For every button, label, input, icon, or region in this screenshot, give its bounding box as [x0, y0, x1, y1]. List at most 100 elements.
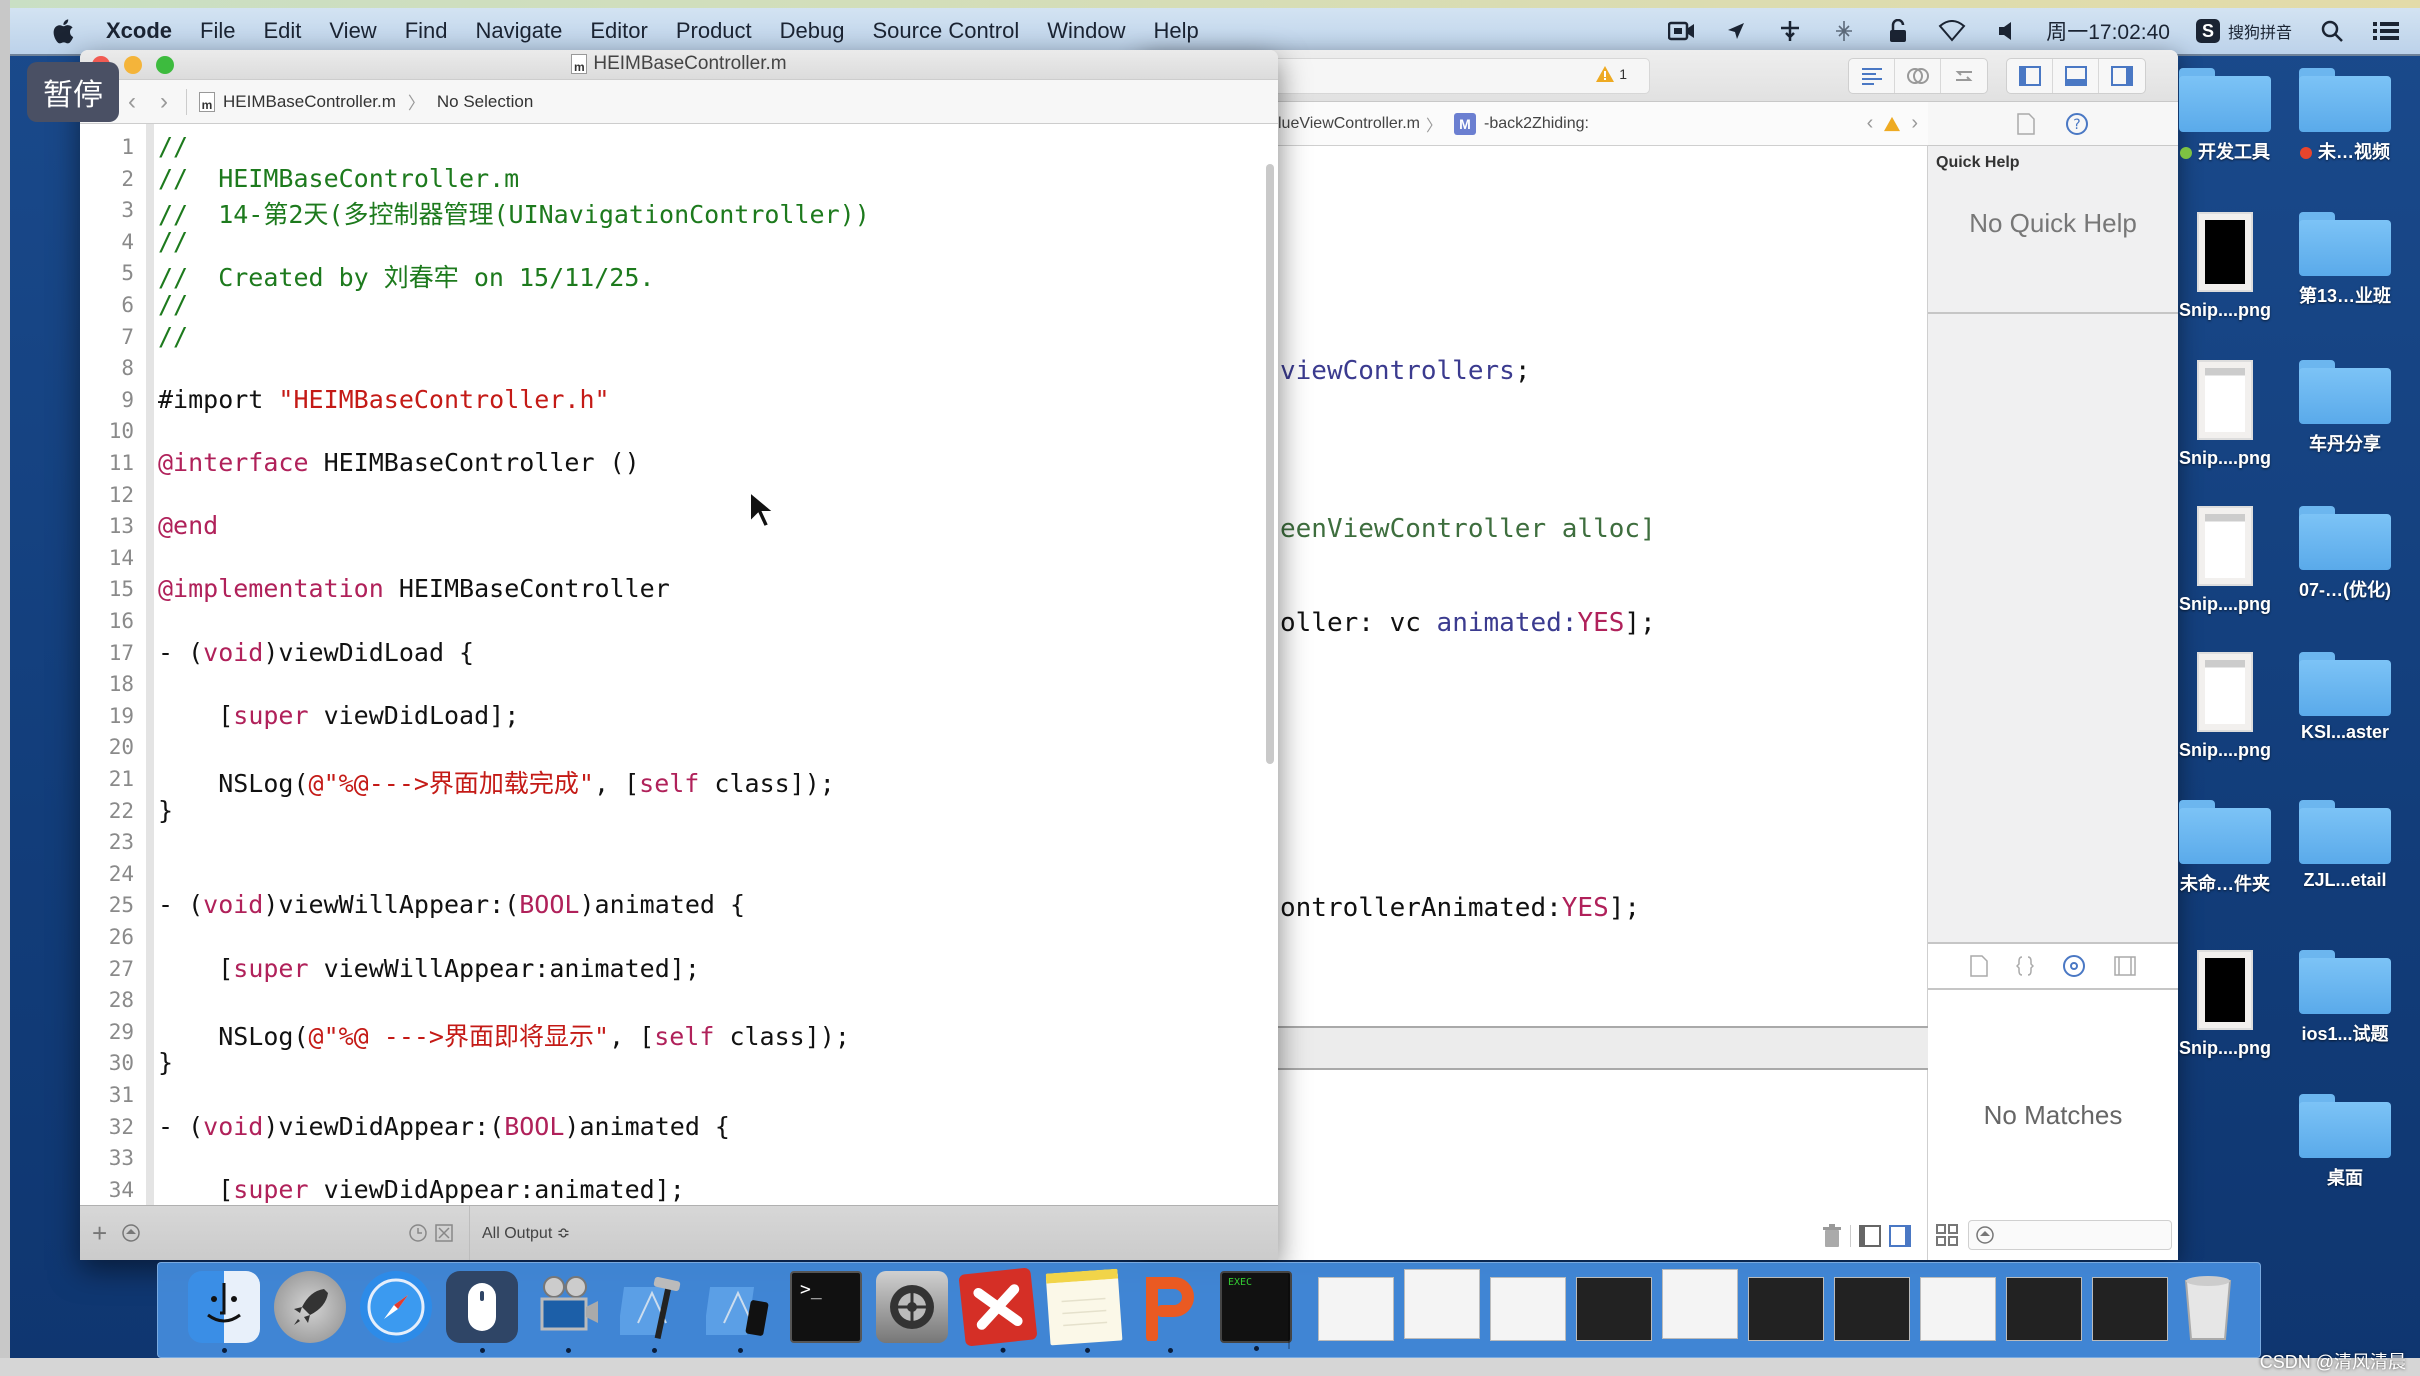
- desktop-item[interactable]: ios1...试题: [2286, 950, 2404, 1046]
- vertical-scrollbar[interactable]: [1266, 164, 1274, 764]
- dock-minimized-window[interactable]: [2006, 1277, 2082, 1341]
- spotlight-search-icon[interactable]: [2318, 17, 2346, 45]
- jump-method[interactable]: -back2Zhiding:: [1484, 115, 1589, 133]
- dock-system-preferences[interactable]: [876, 1271, 948, 1343]
- code-line[interactable]: 30}: [80, 1048, 1278, 1080]
- dock-minimized-window[interactable]: [1576, 1277, 1652, 1341]
- apple-menu-icon[interactable]: [48, 16, 78, 46]
- dock-minimized-window[interactable]: [1490, 1277, 1566, 1341]
- quick-help-icon[interactable]: ?: [2065, 112, 2089, 136]
- desktop-item[interactable]: 第13…业班: [2286, 212, 2404, 308]
- network-tool-icon[interactable]: [1776, 17, 1804, 45]
- code-line[interactable]: 6 //: [80, 290, 1278, 322]
- menu-help[interactable]: Help: [1154, 18, 1199, 44]
- input-method-menu[interactable]: S 搜狗拼音: [2195, 19, 2292, 43]
- dock-safari[interactable]: [360, 1271, 432, 1343]
- location-icon[interactable]: [1722, 17, 1750, 45]
- wifi-icon[interactable]: [1938, 17, 1966, 45]
- object-library-icon[interactable]: [2062, 954, 2086, 978]
- desktop-item[interactable]: 桌面: [2286, 1094, 2404, 1190]
- library-filter-input[interactable]: [1968, 1220, 2172, 1250]
- recent-icon[interactable]: [408, 1223, 428, 1243]
- menu-editor[interactable]: Editor: [590, 18, 647, 44]
- desktop-item[interactable]: Snip....png: [2166, 506, 2284, 615]
- menu-find[interactable]: Find: [405, 18, 448, 44]
- prev-issue-icon[interactable]: ‹: [1867, 112, 1874, 135]
- code-line[interactable]: 29 NSLog(@"%@ --->界面即将显示", [self class])…: [80, 1017, 1278, 1051]
- dock-xmind[interactable]: [958, 1267, 1038, 1353]
- desktop-item[interactable]: Snip....png: [2166, 652, 2284, 761]
- code-line[interactable]: 21 NSLog(@"%@--->界面加载完成", [self class]);: [80, 764, 1278, 798]
- show-console-icon[interactable]: [1889, 1225, 1911, 1247]
- code-line[interactable]: 15 @implementation HEIMBaseController: [80, 574, 1278, 606]
- pause-overlay-badge[interactable]: 暂停: [27, 62, 119, 122]
- output-selector[interactable]: All Output ≎: [470, 1223, 570, 1243]
- toggle-navigator-button[interactable]: [2007, 59, 2053, 93]
- breadcrumb-file[interactable]: HEIMBaseController.m: [223, 92, 396, 112]
- dock-minimized-window[interactable]: [1834, 1277, 1910, 1341]
- code-editor[interactable]: 1 // 2 // HEIMBaseController.m 3 // 14-第2天(多控…: [80, 124, 1278, 1256]
- code-line[interactable]: 17 - (void)viewDidLoad {: [80, 638, 1278, 670]
- media-library-icon[interactable]: [2114, 956, 2136, 976]
- back-arrow-icon[interactable]: ‹: [128, 88, 136, 116]
- menu-debug[interactable]: Debug: [780, 18, 845, 44]
- dock-minimized-window[interactable]: [1920, 1277, 1996, 1341]
- code-line[interactable]: 27 [super viewWillAppear:animated];: [80, 954, 1278, 986]
- dock-terminal[interactable]: >_: [790, 1271, 862, 1343]
- dock-minimized-window[interactable]: [1748, 1277, 1824, 1341]
- dock-minimized-window[interactable]: [1318, 1277, 1394, 1341]
- dock-trash[interactable]: [2178, 1271, 2238, 1343]
- desktop-item[interactable]: Snip....png: [2166, 360, 2284, 469]
- volume-icon[interactable]: [1992, 17, 2020, 45]
- dock-notes[interactable]: [1045, 1268, 1123, 1354]
- console-area[interactable]: [1278, 1070, 1928, 1260]
- code-line[interactable]: 24: [80, 859, 1278, 891]
- code-line[interactable]: 26: [80, 922, 1278, 954]
- dock-finder[interactable]: [188, 1271, 260, 1353]
- notification-center-icon[interactable]: [2372, 17, 2400, 45]
- dock-presentation-app[interactable]: [1134, 1271, 1206, 1353]
- code-line[interactable]: 16: [80, 606, 1278, 638]
- code-line[interactable]: 12: [80, 480, 1278, 512]
- accessibility-icon[interactable]: [1830, 17, 1858, 45]
- filter-icon[interactable]: [121, 1223, 141, 1243]
- code-line[interactable]: 18: [80, 669, 1278, 701]
- code-snippet-library-icon[interactable]: [2016, 955, 2034, 977]
- dock-mouse-app[interactable]: [446, 1271, 518, 1353]
- desktop-item[interactable]: ZJL...etail: [2286, 800, 2404, 891]
- clock[interactable]: 周一17:02:40: [2046, 16, 2170, 46]
- code-line[interactable]: 31: [80, 1080, 1278, 1112]
- code-line[interactable]: 1 //: [80, 132, 1278, 164]
- code-line[interactable]: 22}: [80, 796, 1278, 828]
- dock-minimized-window[interactable]: [1404, 1269, 1480, 1339]
- code-line[interactable]: 23: [80, 827, 1278, 859]
- menu-view[interactable]: View: [329, 18, 376, 44]
- standard-editor-button[interactable]: [1849, 59, 1895, 93]
- code-line[interactable]: 7 //: [80, 322, 1278, 354]
- code-line[interactable]: 2 // HEIMBaseController.m: [80, 164, 1278, 196]
- desktop-item[interactable]: Snip....png: [2166, 950, 2284, 1059]
- grid-view-icon[interactable]: [1936, 1224, 1958, 1246]
- file-template-library-icon[interactable]: [1970, 955, 1988, 977]
- code-line[interactable]: 5 // Created by 刘春牢 on 15/11/25.: [80, 258, 1278, 292]
- dock-minimized-window[interactable]: [2092, 1277, 2168, 1341]
- menu-source-control[interactable]: Source Control: [873, 18, 1020, 44]
- file-inspector-icon[interactable]: [2017, 112, 2035, 135]
- code-line[interactable]: 11 @interface HEIMBaseController (): [80, 448, 1278, 480]
- code-line[interactable]: 14: [80, 543, 1278, 575]
- code-line[interactable]: 28: [80, 985, 1278, 1017]
- code-line[interactable]: 19 [super viewDidLoad];: [80, 701, 1278, 733]
- desktop-item[interactable]: 开发工具: [2166, 68, 2284, 164]
- clear-icon[interactable]: [434, 1223, 454, 1243]
- warning-indicator[interactable]: 1: [1595, 65, 1627, 83]
- code-line[interactable]: 25 - (void)viewWillAppear:(BOOL)animated …: [80, 890, 1278, 922]
- show-variables-icon[interactable]: [1859, 1225, 1881, 1247]
- desktop-item[interactable]: 未命…件夹: [2166, 800, 2284, 896]
- breadcrumb-selection[interactable]: No Selection: [437, 92, 533, 112]
- assistant-code-editor[interactable]: viewControllers; eenViewController alloc…: [1278, 146, 1928, 1026]
- toggle-debug-area-button[interactable]: [2053, 59, 2099, 93]
- version-editor-button[interactable]: [1941, 59, 1987, 93]
- activity-viewer[interactable]: 1: [1270, 58, 1650, 94]
- screen-record-icon[interactable]: [1668, 17, 1696, 45]
- code-line[interactable]: 32 - (void)viewDidAppear:(BOOL)animated {: [80, 1112, 1278, 1144]
